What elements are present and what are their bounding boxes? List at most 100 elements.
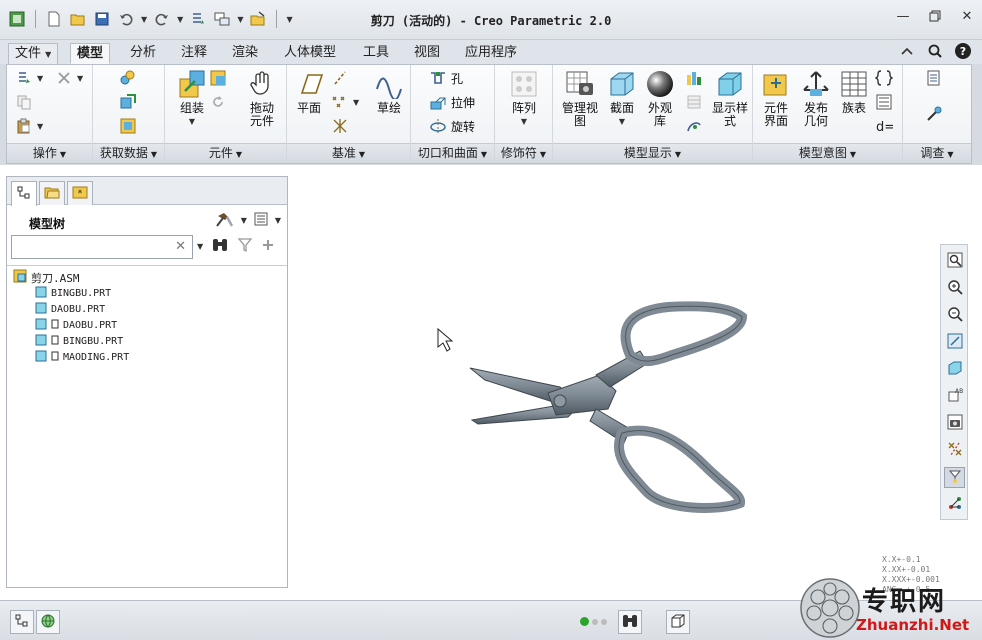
search-input[interactable] [12,236,162,258]
find-icon[interactable] [211,237,229,256]
annotation-display-button[interactable] [944,494,965,515]
sketch-button[interactable]: 草绘 [371,69,407,115]
tree-node-part[interactable]: DAOBU.PRT [35,302,105,317]
drag-component-button[interactable]: 拖动 元件 [241,69,283,128]
tab-analysis[interactable]: 分析 [124,43,162,64]
minimize-icon[interactable]: — [896,9,910,24]
tab-favorites[interactable]: * [67,181,93,205]
extrude-button[interactable]: 拉伸 [429,93,475,111]
paste-button[interactable]: ▼ [15,117,43,135]
add-icon[interactable] [261,238,275,255]
filter-icon[interactable] [237,237,253,256]
copy-geometry-icon [119,93,137,111]
display-style-button[interactable]: 显示样 式 [709,69,751,128]
copy-geometry-button[interactable] [119,93,137,111]
tree-node-part[interactable]: MAODING.PRT [35,350,129,365]
revolve-button[interactable]: 旋转 [429,117,475,135]
reference-viewer-button[interactable] [925,105,943,123]
group-cuts-surfaces-label[interactable]: 切口和曲面 ▼ [411,143,494,163]
selection-filter-button[interactable] [666,610,690,634]
family-table-button[interactable]: 族表 [837,69,871,115]
bill-of-materials-button[interactable] [925,69,943,87]
search-icon[interactable] [926,42,944,60]
tab-manikin[interactable]: 人体模型 [278,43,342,64]
refit-button[interactable] [944,251,965,272]
model-tree-search[interactable]: ✕ [11,235,193,259]
group-modifiers-text: 修饰符 [500,146,537,160]
group-component-label[interactable]: 元件 ▼ [165,143,286,163]
zoom-in-button[interactable] [944,278,965,299]
appearance-gallery-button[interactable]: 外观 库 [643,69,677,128]
copy-button[interactable] [15,93,33,111]
group-operations-label[interactable]: 操作 ▼ [7,143,92,163]
search-dropdown-icon[interactable]: ▼ [197,242,203,251]
regenerate-button[interactable]: ▼ [15,69,43,87]
group-get-data-label[interactable]: 获取数据 ▼ [93,143,164,163]
zoom-out-button[interactable] [944,305,965,326]
tab-model-tree[interactable] [11,181,37,206]
tree-node-part[interactable]: DAOBU.PRT [35,318,117,333]
repeat-button[interactable] [209,93,227,111]
tab-folder-browser[interactable] [39,181,65,205]
minimize-ribbon-icon[interactable] [898,42,916,60]
saved-orientations-button[interactable]: AB [944,386,965,407]
restore-icon[interactable] [928,9,942,23]
tab-applications[interactable]: 应用程序 [459,43,523,64]
toggle-navigator-button[interactable] [10,610,34,634]
group-modifiers-label[interactable]: 修饰符 ▼ [495,143,552,163]
layers-button[interactable] [685,93,703,111]
assemble-button[interactable]: 组装 ▼ [171,69,213,128]
tree-node-label: DAOBU.PRT [51,304,106,315]
component-interface-button[interactable]: 元件 界面 [757,69,795,128]
group-investigate-label[interactable]: 调查 ▼ [903,143,971,163]
relations-button[interactable] [875,93,893,111]
close-icon[interactable]: ✕ [960,9,974,24]
show-dropdown-icon[interactable]: ▼ [275,216,281,225]
repaint-button[interactable] [944,332,965,353]
plane-button[interactable]: 平面 [291,69,327,115]
datum-display-button[interactable] [944,440,965,461]
create-component-button[interactable] [209,69,227,87]
tab-annotate[interactable]: 注释 [175,43,213,64]
spin-center-button[interactable] [685,117,703,135]
publish-geometry-button[interactable]: 发布 几何 [797,69,835,128]
tree-node-part[interactable]: BINGBU.PRT [35,286,111,301]
clear-search-icon[interactable]: ✕ [175,239,186,254]
section-button[interactable]: 截面 ▼ [605,69,639,128]
point-button[interactable]: ▼ [331,93,359,111]
pattern-button[interactable]: 阵列 ▼ [507,69,541,128]
settings-icon[interactable] [215,211,235,230]
view-manager-button[interactable] [944,413,965,434]
parameters-button[interactable] [875,69,893,87]
tab-model[interactable]: 模型 [70,43,111,64]
tree-node-part[interactable]: BINGBU.PRT [35,334,123,349]
manage-views-button[interactable]: 管理视 图 [559,69,601,128]
tab-tools[interactable]: 工具 [357,43,395,64]
equals-button[interactable]: d= [875,117,893,135]
axis-button[interactable] [331,69,349,87]
find-button[interactable] [618,610,642,634]
group-get-data-text: 获取数据 [99,146,148,160]
group-datum: 平面 ▼ 草绘 基准 ▼ [287,65,411,163]
show-icon[interactable] [253,211,269,230]
toggle-browser-button[interactable] [36,610,60,634]
group-model-intent-label[interactable]: 模型意图 ▼ [753,143,902,163]
paste-dropdown-icon: ▼ [37,121,44,131]
help-icon[interactable]: ? [954,42,972,60]
hole-button[interactable]: 孔 [429,69,463,87]
tab-file[interactable]: 文件 ▼ [8,43,59,64]
display-style-toggle[interactable] [944,359,965,380]
group-datum-label[interactable]: 基准 ▼ [287,143,410,163]
tree-node-root[interactable]: 剪刀.ASM [13,269,80,286]
delete-button[interactable]: ▼ [55,69,83,87]
display-mode-button[interactable] [685,69,703,87]
tab-view[interactable]: 视图 [408,43,446,64]
tab-render[interactable]: 渲染 [226,43,264,64]
spin-center-toggle[interactable] [944,467,965,488]
regeneration-status [580,617,607,626]
shrinkwrap-button[interactable] [119,117,137,135]
coordinate-system-button[interactable] [331,117,349,135]
group-model-display-label[interactable]: 模型显示 ▼ [553,143,752,163]
user-defined-feature-button[interactable] [119,69,137,87]
settings-dropdown-icon[interactable]: ▼ [241,216,247,225]
